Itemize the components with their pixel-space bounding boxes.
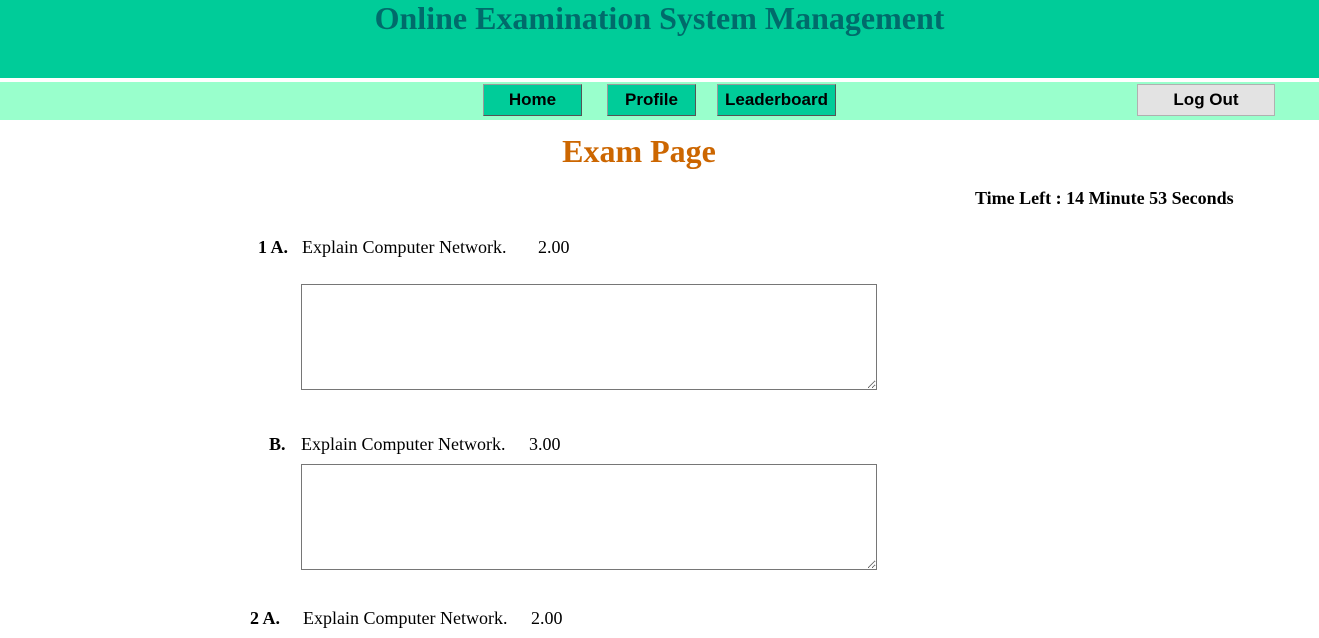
question-text: Explain Computer Network.: [303, 608, 508, 628]
question-text: Explain Computer Network.: [301, 434, 506, 454]
profile-button[interactable]: Profile: [607, 84, 696, 116]
site-title: Online Examination System Management: [374, 0, 945, 36]
question-number: 1 A.: [258, 237, 289, 257]
question-text: Explain Computer Network.: [302, 237, 507, 257]
page-title: Exam Page: [562, 133, 716, 169]
question-number: 2 A.: [250, 608, 281, 628]
logout-button[interactable]: Log Out: [1137, 84, 1275, 116]
question-number: B.: [269, 434, 286, 454]
home-button[interactable]: Home: [483, 84, 582, 116]
question-marks: 3.00: [529, 434, 561, 454]
question-marks: 2.00: [531, 608, 563, 628]
answer-textarea[interactable]: [301, 284, 877, 390]
question-marks: 2.00: [538, 237, 570, 257]
nav-bar: Home Profile Leaderboard Log Out: [0, 82, 1319, 120]
answer-textarea[interactable]: [301, 464, 877, 570]
site-header: Online Examination System Management: [0, 0, 1319, 78]
leaderboard-button[interactable]: Leaderboard: [717, 84, 836, 116]
time-left: Time Left : 14 Minute 53 Seconds: [975, 188, 1234, 208]
